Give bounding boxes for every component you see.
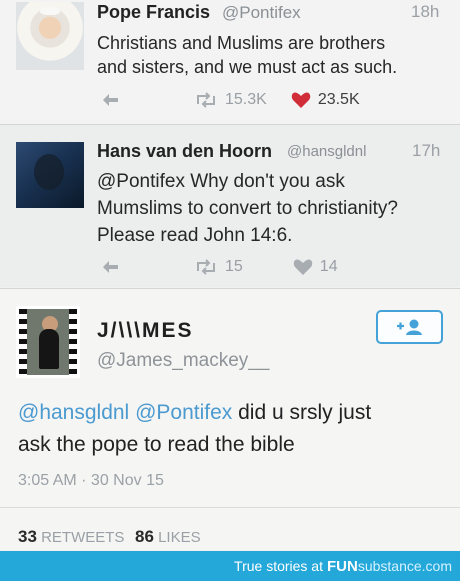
- tweet-actions: 15.3K 23.5K: [100, 91, 360, 109]
- tweet-timestamp[interactable]: 3:05 AM · 30 Nov 15: [18, 472, 164, 490]
- follow-button[interactable]: [376, 310, 443, 344]
- avatar[interactable]: [16, 142, 84, 208]
- heart-icon[interactable]: [293, 258, 313, 276]
- watermark-footer: True stories at FUN substance.com: [0, 551, 460, 581]
- reply-text-line: did u srsly just: [232, 401, 372, 424]
- author-handle[interactable]: @Pontifex: [222, 3, 301, 23]
- tweet-time[interactable]: 18h: [411, 2, 439, 22]
- reply-text: @hansgldnl @Pontifex did u srsly just as…: [18, 397, 448, 461]
- tweet-text-line: and sisters, and we must act as such.: [97, 57, 398, 77]
- tweet-time[interactable]: 17h: [412, 141, 440, 161]
- mention-hansgldnl[interactable]: @hansgldnl: [18, 401, 129, 424]
- like-count: 23.5K: [317, 91, 360, 108]
- retweets-count: 33: [18, 527, 37, 546]
- tweet-text-line: Please read John 14:6.: [97, 225, 293, 246]
- likes-count: 86: [135, 527, 154, 546]
- avatar[interactable]: [16, 306, 80, 378]
- retweet-icon[interactable]: [194, 259, 218, 275]
- tweet-text-line: @Pontifex Why don't you ask: [97, 171, 345, 192]
- tweet-pope-francis: Pope Francis @Pontifex 18h Christians an…: [0, 0, 460, 124]
- tweet-text: @Pontifex Why don't you ask Mumslims to …: [97, 168, 398, 249]
- footer-brand: FUN: [327, 557, 358, 575]
- retweet-count: 15.3K: [225, 91, 267, 108]
- tweet-stats: 33 RETWEETS 86 LIKES: [0, 507, 460, 551]
- author-name[interactable]: Hans van den Hoorn: [97, 141, 272, 162]
- tweet-text-line: Mumslims to convert to christianity?: [97, 198, 398, 219]
- tweet-text: Christians and Muslims are brothers and …: [97, 31, 397, 79]
- footer-prefix: True stories at: [234, 558, 323, 574]
- follow-user-icon: [395, 318, 425, 336]
- author-handle[interactable]: @hansgldnl: [287, 143, 366, 160]
- reply-text-line: ask the pope to read the bible: [18, 433, 295, 456]
- likes-label: LIKES: [158, 529, 201, 546]
- mention-pontifex[interactable]: @Pontifex: [135, 401, 232, 424]
- heart-icon[interactable]: [291, 91, 311, 109]
- like-count: 14: [319, 258, 338, 275]
- tweet-hans-reply: Hans van den Hoorn @hansgldnl 17h @Ponti…: [0, 124, 460, 287]
- avatar[interactable]: [16, 2, 84, 70]
- author-name[interactable]: J/\\\MES: [97, 319, 194, 343]
- tweet-actions: 15 14: [100, 258, 338, 276]
- tweet-text-line: Christians and Muslims are brothers: [97, 33, 386, 53]
- tweet-james-reply: J/\\\MES @James_mackey__ @hansgldnl @Pon…: [0, 288, 460, 550]
- reply-icon[interactable]: [100, 259, 122, 275]
- likes-stat[interactable]: 86 LIKES: [135, 527, 201, 547]
- author-handle[interactable]: @James_mackey__: [97, 350, 269, 372]
- retweets-label: RETWEETS: [41, 529, 125, 546]
- author-name[interactable]: Pope Francis: [97, 2, 210, 23]
- retweet-count: 15: [225, 258, 243, 275]
- retweet-icon[interactable]: [194, 92, 218, 108]
- retweets-stat[interactable]: 33 RETWEETS: [18, 527, 124, 547]
- avatar-person: [39, 329, 59, 369]
- footer-brand-suffix: substance.com: [357, 558, 452, 574]
- reply-icon[interactable]: [100, 92, 122, 108]
